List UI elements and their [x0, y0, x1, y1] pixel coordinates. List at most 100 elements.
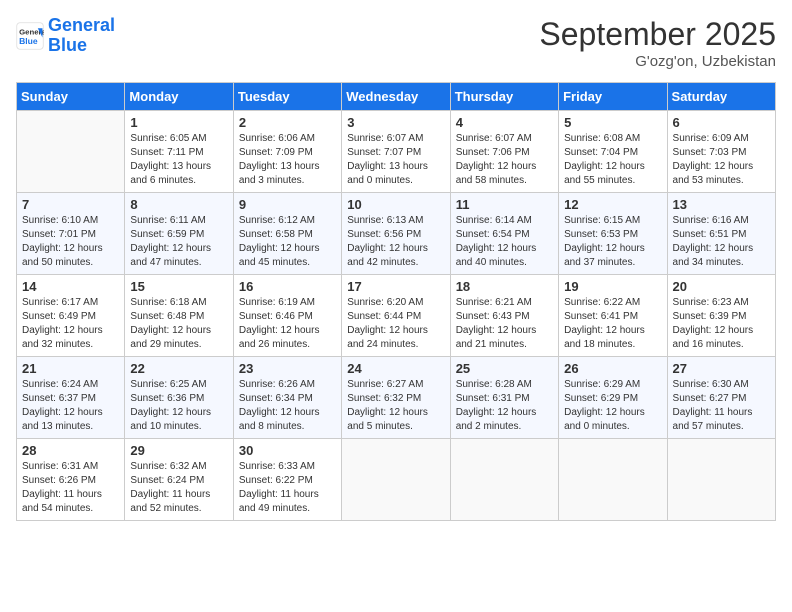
day-number: 10 — [347, 197, 444, 212]
day-info: Sunrise: 6:18 AM Sunset: 6:48 PM Dayligh… — [130, 296, 227, 352]
day-number: 12 — [564, 197, 661, 212]
calendar-cell — [17, 111, 125, 193]
calendar-cell — [450, 439, 558, 521]
day-info: Sunrise: 6:19 AM Sunset: 6:46 PM Dayligh… — [239, 296, 336, 352]
day-info: Sunrise: 6:29 AM Sunset: 6:29 PM Dayligh… — [564, 378, 661, 434]
logo: General Blue GeneralBlue — [16, 16, 115, 56]
calendar-cell: 20 Sunrise: 6:23 AM Sunset: 6:39 PM Dayli… — [667, 275, 775, 357]
day-info: Sunrise: 6:25 AM Sunset: 6:36 PM Dayligh… — [130, 378, 227, 434]
day-info: Sunrise: 6:23 AM Sunset: 6:39 PM Dayligh… — [673, 296, 770, 352]
day-info: Sunrise: 6:07 AM Sunset: 7:07 PM Dayligh… — [347, 132, 444, 188]
header-monday: Monday — [125, 83, 233, 111]
day-info: Sunrise: 6:32 AM Sunset: 6:24 PM Dayligh… — [130, 460, 227, 516]
day-info: Sunrise: 6:20 AM Sunset: 6:44 PM Dayligh… — [347, 296, 444, 352]
calendar-week-row: 14Sunrise: 6:17 AM Sunset: 6:49 PM Dayli… — [17, 275, 776, 357]
calendar-cell: 13 Sunrise: 6:16 AM Sunset: 6:51 PM Dayli… — [667, 193, 775, 275]
day-info: Sunrise: 6:10 AM Sunset: 7:01 PM Dayligh… — [22, 214, 119, 270]
header-sunday: Sunday — [17, 83, 125, 111]
month-title: September 2025 — [539, 16, 776, 53]
calendar-cell — [559, 439, 667, 521]
day-info: Sunrise: 6:30 AM Sunset: 6:27 PM Dayligh… — [673, 378, 770, 434]
day-info: Sunrise: 6:27 AM Sunset: 6:32 PM Dayligh… — [347, 378, 444, 434]
day-info: Sunrise: 6:13 AM Sunset: 6:56 PM Dayligh… — [347, 214, 444, 270]
day-number: 13 — [673, 197, 770, 212]
day-number: 5 — [564, 115, 661, 130]
day-info: Sunrise: 6:28 AM Sunset: 6:31 PM Dayligh… — [456, 378, 553, 434]
day-number: 11 — [456, 197, 553, 212]
day-info: Sunrise: 6:26 AM Sunset: 6:34 PM Dayligh… — [239, 378, 336, 434]
calendar-cell: 3Sunrise: 6:07 AM Sunset: 7:07 PM Daylig… — [342, 111, 450, 193]
calendar-table: SundayMondayTuesdayWednesdayThursdayFrid… — [16, 82, 776, 521]
day-number: 14 — [22, 279, 119, 294]
day-info: Sunrise: 6:08 AM Sunset: 7:04 PM Dayligh… — [564, 132, 661, 188]
calendar-cell: 25 Sunrise: 6:28 AM Sunset: 6:31 PM Dayli… — [450, 357, 558, 439]
calendar-cell: 10 Sunrise: 6:13 AM Sunset: 6:56 PM Dayli… — [342, 193, 450, 275]
day-info: Sunrise: 6:33 AM Sunset: 6:22 PM Dayligh… — [239, 460, 336, 516]
day-info: Sunrise: 6:16 AM Sunset: 6:51 PM Dayligh… — [673, 214, 770, 270]
day-number: 24 — [347, 361, 444, 376]
calendar-cell: 9 Sunrise: 6:12 AM Sunset: 6:58 PM Daylig… — [233, 193, 341, 275]
day-number: 27 — [673, 361, 770, 376]
day-number: 29 — [130, 443, 227, 458]
calendar-cell: 21 Sunrise: 6:24 AM Sunset: 6:37 PM Dayli… — [17, 357, 125, 439]
day-number: 2 — [239, 115, 336, 130]
day-info: Sunrise: 6:22 AM Sunset: 6:41 PM Dayligh… — [564, 296, 661, 352]
calendar-week-row: 1 Sunrise: 6:05 AM Sunset: 7:11 PM Daylig… — [17, 111, 776, 193]
location-subtitle: G'ozg'on, Uzbekistan — [539, 53, 776, 70]
day-number: 30 — [239, 443, 336, 458]
day-number: 18 — [456, 279, 553, 294]
day-number: 17 — [347, 279, 444, 294]
day-info: Sunrise: 6:24 AM Sunset: 6:37 PM Dayligh… — [22, 378, 119, 434]
day-number: 25 — [456, 361, 553, 376]
day-info: Sunrise: 6:09 AM Sunset: 7:03 PM Dayligh… — [673, 132, 770, 188]
svg-text:Blue: Blue — [19, 36, 38, 46]
day-number: 21 — [22, 361, 119, 376]
header-friday: Friday — [559, 83, 667, 111]
calendar-cell: 1 Sunrise: 6:05 AM Sunset: 7:11 PM Daylig… — [125, 111, 233, 193]
calendar-cell — [342, 439, 450, 521]
day-number: 8 — [130, 197, 227, 212]
day-info: Sunrise: 6:07 AM Sunset: 7:06 PM Dayligh… — [456, 132, 553, 188]
day-number: 20 — [673, 279, 770, 294]
header-tuesday: Tuesday — [233, 83, 341, 111]
calendar-cell: 2 Sunrise: 6:06 AM Sunset: 7:09 PM Daylig… — [233, 111, 341, 193]
calendar-cell: 30 Sunrise: 6:33 AM Sunset: 6:22 PM Dayli… — [233, 439, 341, 521]
calendar-cell: 6 Sunrise: 6:09 AM Sunset: 7:03 PM Daylig… — [667, 111, 775, 193]
day-number: 15 — [130, 279, 227, 294]
calendar-cell: 19Sunrise: 6:22 AM Sunset: 6:41 PM Dayli… — [559, 275, 667, 357]
calendar-cell: 18 Sunrise: 6:21 AM Sunset: 6:43 PM Dayli… — [450, 275, 558, 357]
day-info: Sunrise: 6:05 AM Sunset: 7:11 PM Dayligh… — [130, 132, 227, 188]
calendar-header-row: SundayMondayTuesdayWednesdayThursdayFrid… — [17, 83, 776, 111]
calendar-cell: 5 Sunrise: 6:08 AM Sunset: 7:04 PM Daylig… — [559, 111, 667, 193]
calendar-cell: 8 Sunrise: 6:11 AM Sunset: 6:59 PM Daylig… — [125, 193, 233, 275]
day-info: Sunrise: 6:12 AM Sunset: 6:58 PM Dayligh… — [239, 214, 336, 270]
day-number: 4 — [456, 115, 553, 130]
calendar-cell: 23 Sunrise: 6:26 AM Sunset: 6:34 PM Dayli… — [233, 357, 341, 439]
day-number: 16 — [239, 279, 336, 294]
day-number: 23 — [239, 361, 336, 376]
calendar-week-row: 7Sunrise: 6:10 AM Sunset: 7:01 PM Daylig… — [17, 193, 776, 275]
day-info: Sunrise: 6:06 AM Sunset: 7:09 PM Dayligh… — [239, 132, 336, 188]
logo-icon: General Blue — [16, 22, 44, 50]
calendar-cell — [667, 439, 775, 521]
header-wednesday: Wednesday — [342, 83, 450, 111]
day-number: 1 — [130, 115, 227, 130]
calendar-cell: 15 Sunrise: 6:18 AM Sunset: 6:48 PM Dayli… — [125, 275, 233, 357]
calendar-cell: 11Sunrise: 6:14 AM Sunset: 6:54 PM Dayli… — [450, 193, 558, 275]
day-number: 26 — [564, 361, 661, 376]
day-number: 9 — [239, 197, 336, 212]
day-info: Sunrise: 6:11 AM Sunset: 6:59 PM Dayligh… — [130, 214, 227, 270]
calendar-week-row: 28Sunrise: 6:31 AM Sunset: 6:26 PM Dayli… — [17, 439, 776, 521]
day-info: Sunrise: 6:15 AM Sunset: 6:53 PM Dayligh… — [564, 214, 661, 270]
calendar-cell: 17 Sunrise: 6:20 AM Sunset: 6:44 PM Dayli… — [342, 275, 450, 357]
calendar-cell: 27 Sunrise: 6:30 AM Sunset: 6:27 PM Dayli… — [667, 357, 775, 439]
logo-text: GeneralBlue — [48, 16, 115, 56]
day-info: Sunrise: 6:21 AM Sunset: 6:43 PM Dayligh… — [456, 296, 553, 352]
title-block: September 2025 G'ozg'on, Uzbekistan — [539, 16, 776, 70]
calendar-cell: 4 Sunrise: 6:07 AM Sunset: 7:06 PM Daylig… — [450, 111, 558, 193]
calendar-cell: 7Sunrise: 6:10 AM Sunset: 7:01 PM Daylig… — [17, 193, 125, 275]
header-saturday: Saturday — [667, 83, 775, 111]
calendar-cell: 12 Sunrise: 6:15 AM Sunset: 6:53 PM Dayli… — [559, 193, 667, 275]
day-number: 6 — [673, 115, 770, 130]
calendar-cell: 29 Sunrise: 6:32 AM Sunset: 6:24 PM Dayli… — [125, 439, 233, 521]
